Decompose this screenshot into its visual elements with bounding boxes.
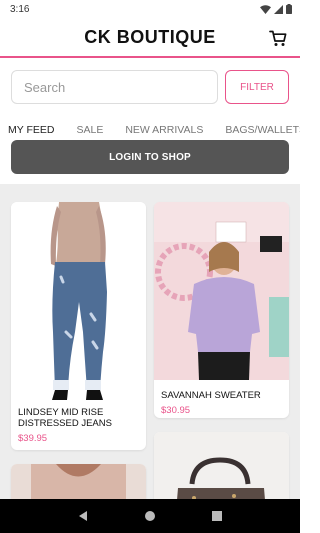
- system-nav-bar: [0, 499, 300, 533]
- status-time: 3:16: [10, 3, 30, 15]
- status-bar: 3:16: [0, 0, 300, 18]
- status-icons: [260, 4, 292, 14]
- filter-button[interactable]: FILTER: [225, 70, 289, 104]
- cart-button[interactable]: [268, 28, 288, 48]
- login-to-shop-button[interactable]: LOGIN TO SHOP: [11, 140, 289, 174]
- search-input[interactable]: [11, 70, 218, 104]
- product-card[interactable]: [11, 464, 146, 499]
- login-bar: LOGIN TO SHOP: [0, 140, 300, 180]
- battery-icon: [286, 4, 292, 14]
- product-image-jeans: [11, 202, 146, 402]
- app-title: CK BOUTIQUE: [84, 26, 216, 47]
- product-card[interactable]: LINDSEY MID RISE DISTRESSED JEANS $39.95: [11, 202, 146, 450]
- product-image-sweater: [154, 202, 289, 380]
- product-price: $39.95: [18, 433, 48, 444]
- product-title: LINDSEY MID RISE DISTRESSED JEANS: [18, 407, 112, 429]
- home-icon[interactable]: [144, 510, 156, 522]
- search-row: FILTER: [0, 58, 300, 104]
- app-header: CK BOUTIQUE: [0, 18, 300, 58]
- product-feed[interactable]: LINDSEY MID RISE DISTRESSED JEANS $39.95: [0, 184, 300, 499]
- wifi-icon: [260, 4, 271, 14]
- product-card[interactable]: [154, 432, 289, 499]
- product-card[interactable]: SAVANNAH SWEATER $30.95: [154, 202, 289, 418]
- product-price: $30.95: [161, 405, 191, 416]
- back-icon[interactable]: [77, 510, 89, 522]
- signal-icon: [274, 4, 283, 14]
- product-image: [11, 464, 146, 499]
- product-title: SAVANNAH SWEATER: [161, 390, 261, 401]
- product-image-bag: [154, 432, 289, 499]
- recents-icon[interactable]: [211, 510, 223, 522]
- cart-icon: [269, 30, 287, 46]
